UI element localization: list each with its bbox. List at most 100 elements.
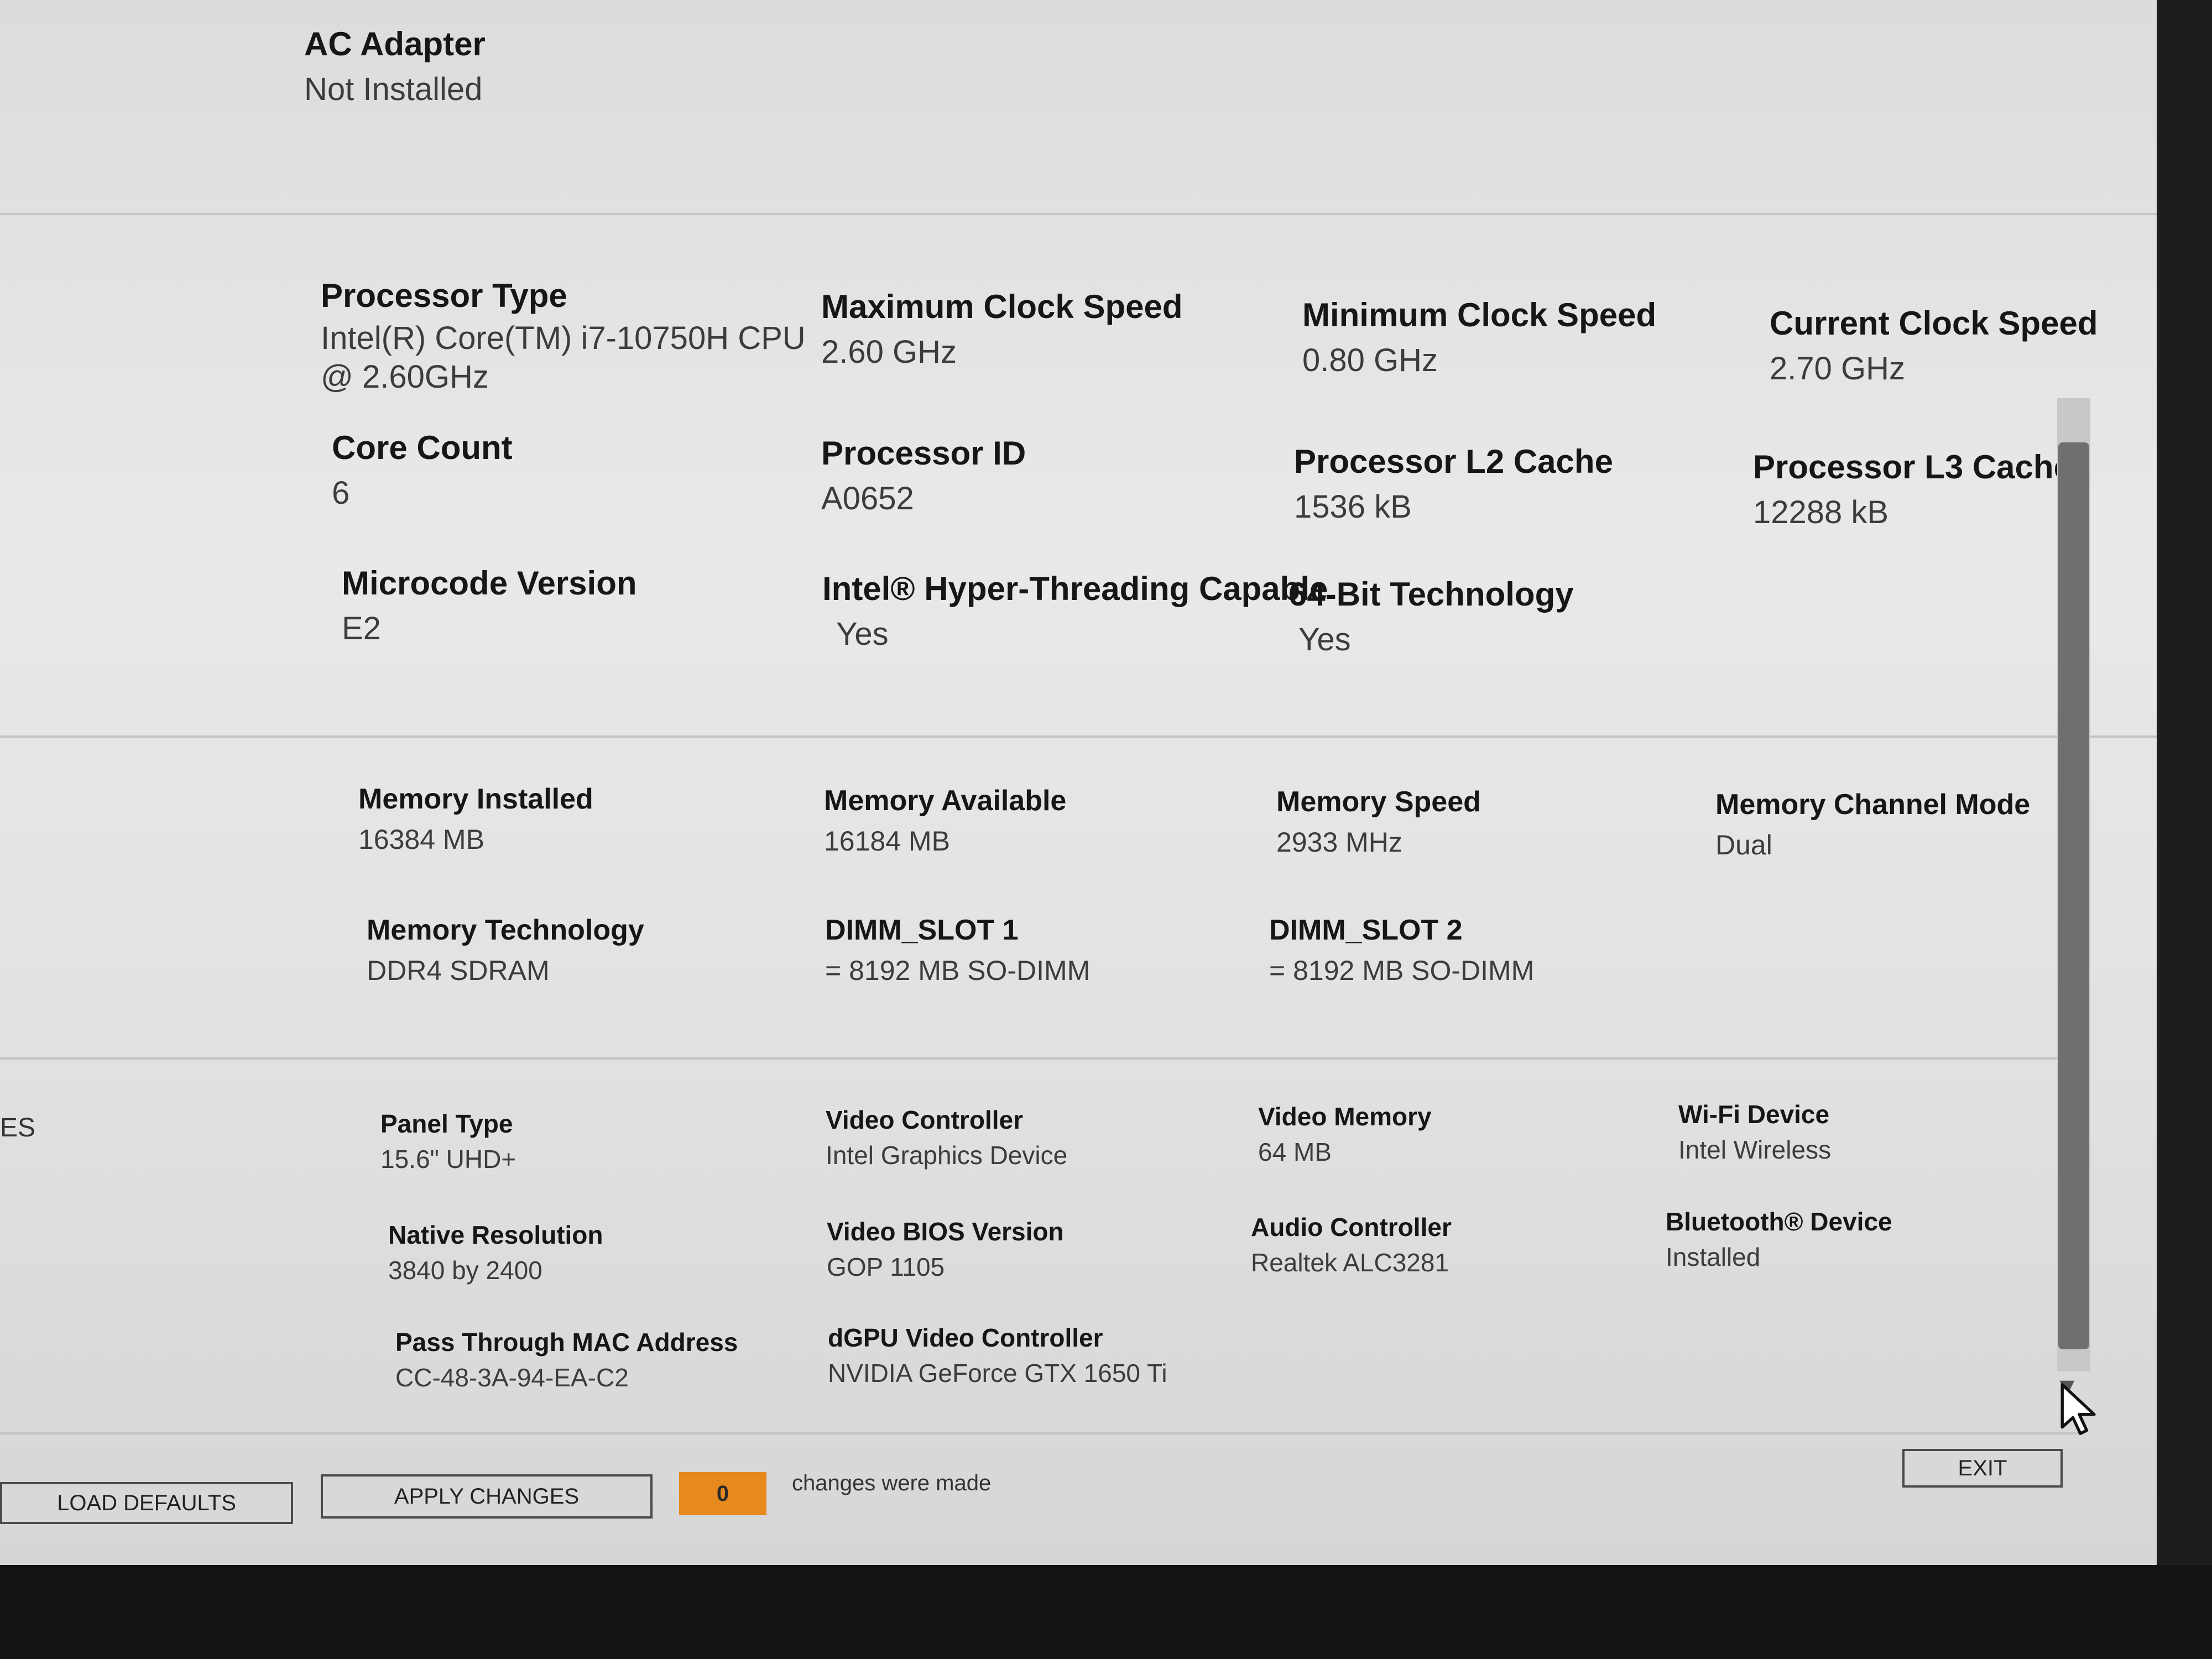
native-resolution-field: Native Resolution 3840 by 2400 — [388, 1220, 603, 1285]
dimm-slot-2-field: DIMM_SLOT 2 = 8192 MB SO-DIMM — [1269, 914, 1534, 987]
dgpu-controller-label: dGPU Video Controller — [828, 1323, 1103, 1352]
memory-channel-mode-field: Memory Channel Mode Dual — [1715, 788, 2030, 861]
core-count-label: Core Count — [332, 429, 513, 466]
memory-installed-field: Memory Installed 16384 MB — [358, 782, 593, 855]
dgpu-controller-field: dGPU Video Controller NVIDIA GeForce GTX… — [828, 1323, 1167, 1388]
hyper-threading-value: Yes — [836, 616, 889, 652]
memory-installed-value: 16384 MB — [358, 824, 484, 855]
panel-type-field: Panel Type 15.6" UHD+ — [380, 1109, 516, 1174]
pass-through-mac-value: CC-48-3A-94-EA-C2 — [395, 1363, 629, 1392]
memory-speed-field: Memory Speed 2933 MHz — [1276, 785, 1481, 858]
panel-type-label: Panel Type — [380, 1109, 513, 1138]
memory-technology-value: DDR4 SDRAM — [367, 955, 550, 986]
memory-channel-mode-label: Memory Channel Mode — [1715, 789, 2031, 821]
ac-adapter-value: Not Installed — [304, 71, 483, 107]
processor-type-field: Processor Type Intel(R) Core(TM) i7-1075… — [321, 276, 818, 397]
section-divider — [0, 735, 2157, 738]
dimm-slot-1-value: = 8192 MB SO-DIMM — [825, 955, 1091, 986]
bios-system-information-screen: AC Adapter Not Installed Processor Type … — [0, 0, 2157, 1565]
ac-adapter-label: AC Adapter — [304, 25, 486, 62]
memory-available-field: Memory Available 16184 MB — [824, 784, 1066, 857]
processor-type-label: Processor Type — [321, 277, 567, 314]
min-clock-speed-field: Minimum Clock Speed 0.80 GHz — [1302, 296, 1656, 379]
pass-through-mac-field: Pass Through MAC Address CC-48-3A-94-EA-… — [395, 1327, 738, 1392]
changes-made-text: changes were made — [792, 1471, 992, 1495]
changes-count-badge: 0 — [679, 1472, 766, 1515]
video-controller-label: Video Controller — [826, 1105, 1023, 1134]
video-memory-value: 64 MB — [1258, 1138, 1332, 1166]
scrollbar-thumb[interactable] — [2058, 442, 2089, 1349]
dimm-slot-1-label: DIMM_SLOT 1 — [825, 914, 1019, 946]
dimm-slot-2-label: DIMM_SLOT 2 — [1269, 914, 1463, 946]
pass-through-mac-label: Pass Through MAC Address — [395, 1328, 738, 1357]
dimm-slot-2-value: = 8192 MB SO-DIMM — [1269, 955, 1535, 986]
processor-id-field: Processor ID A0652 — [821, 434, 1026, 517]
native-resolution-value: 3840 by 2400 — [388, 1256, 542, 1285]
l2-cache-label: Processor L2 Cache — [1294, 443, 1613, 480]
memory-channel-mode-value: Dual — [1715, 830, 1772, 860]
memory-available-value: 16184 MB — [824, 826, 950, 857]
audio-controller-field: Audio Controller Realtek ALC3281 — [1251, 1212, 1452, 1277]
video-bios-version-label: Video BIOS Version — [827, 1217, 1064, 1246]
memory-installed-label: Memory Installed — [358, 783, 593, 815]
64bit-technology-field: 64-Bit Technology Yes — [1288, 575, 1574, 658]
monitor-bezel — [0, 1565, 2212, 1659]
panel-type-value: 15.6" UHD+ — [380, 1145, 517, 1173]
l3-cache-value: 12288 kB — [1753, 494, 1889, 530]
video-controller-value: Intel Graphics Device — [826, 1141, 1068, 1170]
video-bios-version-value: GOP 1105 — [827, 1253, 945, 1281]
l2-cache-field: Processor L2 Cache 1536 kB — [1294, 442, 1613, 525]
memory-technology-label: Memory Technology — [367, 914, 644, 946]
core-count-field: Core Count 6 — [332, 429, 513, 512]
video-controller-field: Video Controller Intel Graphics Device — [826, 1105, 1067, 1170]
audio-controller-label: Audio Controller — [1251, 1213, 1452, 1241]
wifi-device-label: Wi-Fi Device — [1678, 1100, 1830, 1129]
bluetooth-device-label: Bluetooth® Device — [1666, 1207, 1892, 1236]
memory-available-label: Memory Available — [824, 785, 1067, 817]
core-count-value: 6 — [332, 475, 350, 511]
processor-id-label: Processor ID — [821, 435, 1026, 472]
max-clock-speed-value: 2.60 GHz — [821, 334, 957, 370]
apply-changes-button[interactable]: APPLY CHANGES — [321, 1474, 653, 1519]
side-menu-label-fragment: ES — [0, 1113, 36, 1142]
dgpu-controller-value: NVIDIA GeForce GTX 1650 Ti — [828, 1359, 1167, 1387]
ac-adapter-field: AC Adapter Not Installed — [304, 25, 486, 108]
memory-speed-label: Memory Speed — [1276, 786, 1481, 818]
min-clock-speed-label: Minimum Clock Speed — [1302, 296, 1657, 333]
audio-controller-value: Realtek ALC3281 — [1251, 1248, 1449, 1277]
native-resolution-label: Native Resolution — [388, 1220, 603, 1249]
64bit-technology-value: Yes — [1298, 622, 1351, 658]
wifi-device-field: Wi-Fi Device Intel Wireless — [1678, 1099, 1831, 1165]
exit-button[interactable]: EXIT — [1902, 1449, 2063, 1488]
current-clock-speed-label: Current Clock Speed — [1770, 305, 2098, 342]
memory-speed-value: 2933 MHz — [1276, 827, 1402, 858]
microcode-version-label: Microcode Version — [342, 565, 637, 602]
microcode-version-field: Microcode Version E2 — [342, 564, 637, 647]
l3-cache-label: Processor L3 Cache — [1753, 448, 2072, 486]
bluetooth-device-value: Installed — [1666, 1243, 1761, 1271]
dimm-slot-1-field: DIMM_SLOT 1 = 8192 MB SO-DIMM — [825, 914, 1090, 987]
max-clock-speed-label: Maximum Clock Speed — [821, 288, 1183, 325]
hyper-threading-label: Intel® Hyper-Threading Capable — [822, 570, 1328, 607]
min-clock-speed-value: 0.80 GHz — [1302, 342, 1438, 378]
microcode-version-value: E2 — [342, 611, 381, 646]
load-defaults-button[interactable]: LOAD DEFAULTS — [0, 1482, 293, 1524]
current-clock-speed-field: Current Clock Speed 2.70 GHz — [1770, 304, 2098, 387]
l3-cache-field: Processor L3 Cache 12288 kB — [1753, 448, 2072, 531]
video-memory-field: Video Memory 64 MB — [1258, 1102, 1432, 1167]
footer-divider — [0, 1432, 2079, 1434]
current-clock-speed-value: 2.70 GHz — [1770, 351, 1905, 387]
l2-cache-value: 1536 kB — [1294, 489, 1412, 525]
processor-type-value: Intel(R) Core(TM) i7-10750H CPU @ 2.60GH… — [321, 320, 806, 395]
processor-id-value: A0652 — [821, 481, 914, 517]
mouse-cursor-icon — [2060, 1383, 2096, 1435]
hyper-threading-field: Intel® Hyper-Threading Capable Yes — [822, 570, 1328, 653]
video-memory-label: Video Memory — [1258, 1102, 1432, 1131]
bluetooth-device-field: Bluetooth® Device Installed — [1666, 1207, 1892, 1272]
64bit-technology-label: 64-Bit Technology — [1288, 576, 1574, 613]
section-divider — [0, 213, 2157, 215]
wifi-device-value: Intel Wireless — [1678, 1135, 1832, 1164]
memory-technology-field: Memory Technology DDR4 SDRAM — [367, 914, 644, 987]
section-divider — [0, 1057, 2079, 1060]
video-bios-version-field: Video BIOS Version GOP 1105 — [827, 1217, 1064, 1282]
